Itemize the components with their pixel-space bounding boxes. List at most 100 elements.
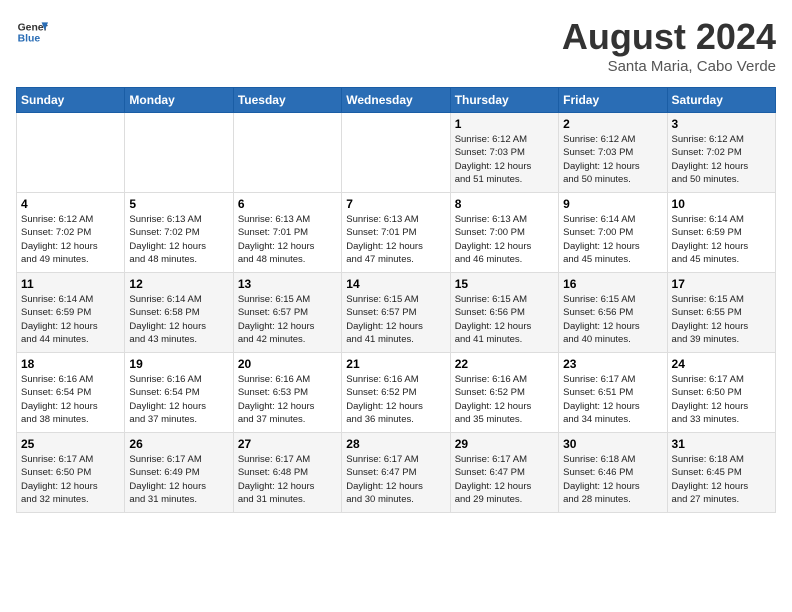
day-number: 21 xyxy=(346,357,445,371)
day-info: Sunrise: 6:14 AM Sunset: 6:58 PM Dayligh… xyxy=(129,293,228,346)
empty-day xyxy=(17,113,125,193)
day-info: Sunrise: 6:17 AM Sunset: 6:51 PM Dayligh… xyxy=(563,373,662,426)
calendar-day-11: 11 Sunrise: 6:14 AM Sunset: 6:59 PM Dayli… xyxy=(17,273,125,353)
calendar-day-21: 21 Sunrise: 6:16 AM Sunset: 6:52 PM Dayli… xyxy=(342,353,450,433)
day-info: Sunrise: 6:13 AM Sunset: 7:02 PM Dayligh… xyxy=(129,213,228,266)
weekday-header-friday: Friday xyxy=(559,88,667,113)
day-info: Sunrise: 6:15 AM Sunset: 6:55 PM Dayligh… xyxy=(672,293,771,346)
day-info: Sunrise: 6:16 AM Sunset: 6:52 PM Dayligh… xyxy=(455,373,554,426)
day-number: 27 xyxy=(238,437,337,451)
calendar-day-22: 22 Sunrise: 6:16 AM Sunset: 6:52 PM Dayli… xyxy=(450,353,558,433)
day-info: Sunrise: 6:12 AM Sunset: 7:02 PM Dayligh… xyxy=(672,133,771,186)
day-number: 28 xyxy=(346,437,445,451)
day-info: Sunrise: 6:16 AM Sunset: 6:54 PM Dayligh… xyxy=(129,373,228,426)
weekday-header-wednesday: Wednesday xyxy=(342,88,450,113)
day-number: 29 xyxy=(455,437,554,451)
day-number: 14 xyxy=(346,277,445,291)
day-number: 15 xyxy=(455,277,554,291)
day-number: 9 xyxy=(563,197,662,211)
day-info: Sunrise: 6:14 AM Sunset: 7:00 PM Dayligh… xyxy=(563,213,662,266)
title-block: August 2024 Santa Maria, Cabo Verde xyxy=(562,16,776,75)
day-info: Sunrise: 6:16 AM Sunset: 6:52 PM Dayligh… xyxy=(346,373,445,426)
empty-day xyxy=(233,113,341,193)
weekday-header-thursday: Thursday xyxy=(450,88,558,113)
day-number: 8 xyxy=(455,197,554,211)
day-info: Sunrise: 6:13 AM Sunset: 7:00 PM Dayligh… xyxy=(455,213,554,266)
location-subtitle: Santa Maria, Cabo Verde xyxy=(562,58,776,75)
calendar-day-17: 17 Sunrise: 6:15 AM Sunset: 6:55 PM Dayli… xyxy=(667,273,775,353)
day-number: 10 xyxy=(672,197,771,211)
empty-day xyxy=(342,113,450,193)
day-number: 31 xyxy=(672,437,771,451)
day-info: Sunrise: 6:12 AM Sunset: 7:03 PM Dayligh… xyxy=(563,133,662,186)
day-number: 13 xyxy=(238,277,337,291)
day-info: Sunrise: 6:16 AM Sunset: 6:54 PM Dayligh… xyxy=(21,373,120,426)
day-number: 4 xyxy=(21,197,120,211)
day-info: Sunrise: 6:12 AM Sunset: 7:03 PM Dayligh… xyxy=(455,133,554,186)
day-number: 19 xyxy=(129,357,228,371)
calendar-day-24: 24Sunrise: 6:17 AM Sunset: 6:50 PM Dayli… xyxy=(667,353,775,433)
calendar-day-1: 1Sunrise: 6:12 AM Sunset: 7:03 PM Daylig… xyxy=(450,113,558,193)
calendar-day-16: 16 Sunrise: 6:15 AM Sunset: 6:56 PM Dayli… xyxy=(559,273,667,353)
calendar-week-row: 18 Sunrise: 6:16 AM Sunset: 6:54 PM Dayli… xyxy=(17,353,776,433)
day-info: Sunrise: 6:14 AM Sunset: 6:59 PM Dayligh… xyxy=(21,293,120,346)
calendar-week-row: 25 Sunrise: 6:17 AM Sunset: 6:50 PM Dayli… xyxy=(17,433,776,513)
day-number: 23 xyxy=(563,357,662,371)
day-info: Sunrise: 6:13 AM Sunset: 7:01 PM Dayligh… xyxy=(238,213,337,266)
day-number: 22 xyxy=(455,357,554,371)
calendar-day-3: 3 Sunrise: 6:12 AM Sunset: 7:02 PM Daylig… xyxy=(667,113,775,193)
logo-icon: General Blue xyxy=(16,16,48,48)
calendar-day-26: 26 Sunrise: 6:17 AM Sunset: 6:49 PM Dayli… xyxy=(125,433,233,513)
calendar-day-28: 28 Sunrise: 6:17 AM Sunset: 6:47 PM Dayli… xyxy=(342,433,450,513)
weekday-header-tuesday: Tuesday xyxy=(233,88,341,113)
weekday-header-sunday: Sunday xyxy=(17,88,125,113)
calendar-day-20: 20 Sunrise: 6:16 AM Sunset: 6:53 PM Dayli… xyxy=(233,353,341,433)
calendar-day-23: 23 Sunrise: 6:17 AM Sunset: 6:51 PM Dayli… xyxy=(559,353,667,433)
calendar-day-7: 7 Sunrise: 6:13 AM Sunset: 7:01 PM Daylig… xyxy=(342,193,450,273)
calendar-day-13: 13 Sunrise: 6:15 AM Sunset: 6:57 PM Dayli… xyxy=(233,273,341,353)
empty-day xyxy=(125,113,233,193)
calendar-table: SundayMondayTuesdayWednesdayThursdayFrid… xyxy=(16,87,776,513)
day-number: 18 xyxy=(21,357,120,371)
calendar-day-15: 15 Sunrise: 6:15 AM Sunset: 6:56 PM Dayli… xyxy=(450,273,558,353)
day-info: Sunrise: 6:13 AM Sunset: 7:01 PM Dayligh… xyxy=(346,213,445,266)
calendar-day-29: 29 Sunrise: 6:17 AM Sunset: 6:47 PM Dayli… xyxy=(450,433,558,513)
day-number: 26 xyxy=(129,437,228,451)
day-number: 16 xyxy=(563,277,662,291)
calendar-day-25: 25 Sunrise: 6:17 AM Sunset: 6:50 PM Dayli… xyxy=(17,433,125,513)
calendar-day-18: 18 Sunrise: 6:16 AM Sunset: 6:54 PM Dayli… xyxy=(17,353,125,433)
calendar-day-6: 6Sunrise: 6:13 AM Sunset: 7:01 PM Daylig… xyxy=(233,193,341,273)
weekday-header-saturday: Saturday xyxy=(667,88,775,113)
svg-text:Blue: Blue xyxy=(18,34,41,45)
calendar-day-4: 4 Sunrise: 6:12 AM Sunset: 7:02 PM Daylig… xyxy=(17,193,125,273)
day-info: Sunrise: 6:12 AM Sunset: 7:02 PM Dayligh… xyxy=(21,213,120,266)
day-info: Sunrise: 6:16 AM Sunset: 6:53 PM Dayligh… xyxy=(238,373,337,426)
day-info: Sunrise: 6:15 AM Sunset: 6:57 PM Dayligh… xyxy=(238,293,337,346)
day-number: 11 xyxy=(21,277,120,291)
day-info: Sunrise: 6:15 AM Sunset: 6:56 PM Dayligh… xyxy=(563,293,662,346)
calendar-day-9: 9 Sunrise: 6:14 AM Sunset: 7:00 PM Daylig… xyxy=(559,193,667,273)
day-info: Sunrise: 6:17 AM Sunset: 6:47 PM Dayligh… xyxy=(455,453,554,506)
day-number: 3 xyxy=(672,117,771,131)
day-number: 20 xyxy=(238,357,337,371)
day-info: Sunrise: 6:17 AM Sunset: 6:50 PM Dayligh… xyxy=(21,453,120,506)
day-info: Sunrise: 6:14 AM Sunset: 6:59 PM Dayligh… xyxy=(672,213,771,266)
day-info: Sunrise: 6:17 AM Sunset: 6:49 PM Dayligh… xyxy=(129,453,228,506)
weekday-header-monday: Monday xyxy=(125,88,233,113)
calendar-day-27: 27Sunrise: 6:17 AM Sunset: 6:48 PM Dayli… xyxy=(233,433,341,513)
calendar-week-row: 11 Sunrise: 6:14 AM Sunset: 6:59 PM Dayli… xyxy=(17,273,776,353)
day-number: 12 xyxy=(129,277,228,291)
logo: General Blue xyxy=(16,16,48,48)
calendar-day-5: 5 Sunrise: 6:13 AM Sunset: 7:02 PM Daylig… xyxy=(125,193,233,273)
day-number: 30 xyxy=(563,437,662,451)
day-number: 17 xyxy=(672,277,771,291)
day-info: Sunrise: 6:17 AM Sunset: 6:47 PM Dayligh… xyxy=(346,453,445,506)
day-number: 7 xyxy=(346,197,445,211)
month-year-title: August 2024 xyxy=(562,16,776,58)
calendar-day-19: 19 Sunrise: 6:16 AM Sunset: 6:54 PM Dayli… xyxy=(125,353,233,433)
calendar-day-14: 14Sunrise: 6:15 AM Sunset: 6:57 PM Dayli… xyxy=(342,273,450,353)
day-number: 5 xyxy=(129,197,228,211)
day-info: Sunrise: 6:15 AM Sunset: 6:56 PM Dayligh… xyxy=(455,293,554,346)
weekday-header-row: SundayMondayTuesdayWednesdayThursdayFrid… xyxy=(17,88,776,113)
day-number: 25 xyxy=(21,437,120,451)
